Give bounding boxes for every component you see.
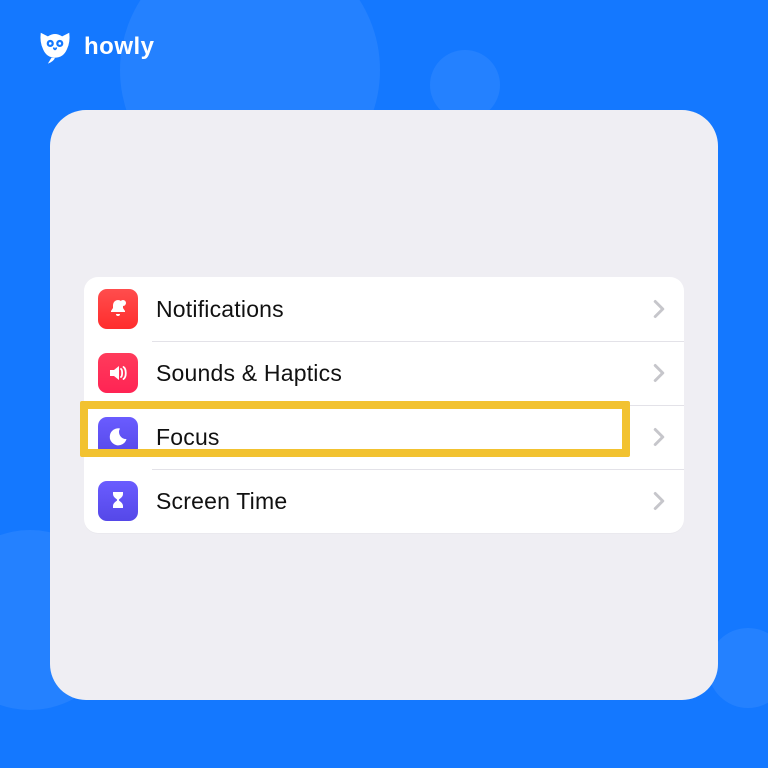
screenshot-card: Notifications Sounds & Haptics: [50, 110, 718, 700]
settings-row-focus[interactable]: Focus: [84, 405, 684, 469]
settings-row-label: Screen Time: [156, 488, 652, 515]
settings-row-label: Focus: [156, 424, 652, 451]
chevron-right-icon: [652, 299, 666, 319]
settings-row-screen-time[interactable]: Screen Time: [84, 469, 684, 533]
chevron-right-icon: [652, 427, 666, 447]
brand: howly: [36, 28, 155, 66]
brand-name: howly: [84, 33, 155, 61]
settings-group: Notifications Sounds & Haptics: [84, 277, 684, 533]
settings-row-sounds-haptics[interactable]: Sounds & Haptics: [84, 341, 684, 405]
speaker-icon: [98, 353, 138, 393]
hourglass-icon: [98, 481, 138, 521]
settings-row-label: Sounds & Haptics: [156, 360, 652, 387]
settings-row-label: Notifications: [156, 296, 652, 323]
bell-icon: [98, 289, 138, 329]
owl-logo-icon: [36, 28, 74, 66]
chevron-right-icon: [652, 491, 666, 511]
moon-icon: [98, 417, 138, 457]
chevron-right-icon: [652, 363, 666, 383]
settings-row-notifications[interactable]: Notifications: [84, 277, 684, 341]
